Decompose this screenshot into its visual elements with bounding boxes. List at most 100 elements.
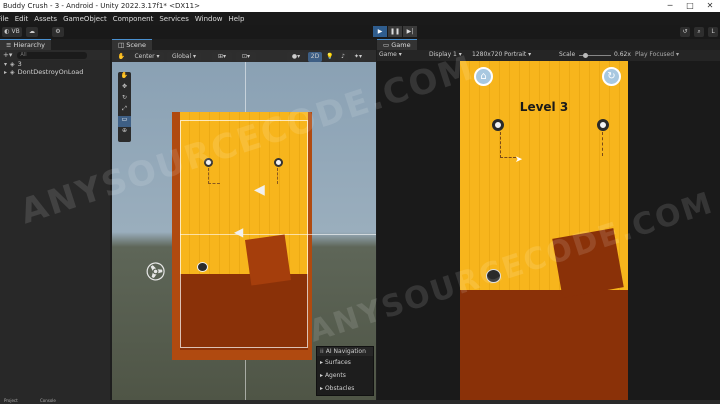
lighting-icon[interactable]: 💡 bbox=[325, 52, 335, 62]
account-icon: ◐ bbox=[4, 28, 10, 35]
game-tilted-block bbox=[552, 228, 624, 298]
view-tool-icon[interactable]: ✋ bbox=[118, 72, 131, 83]
ai-navigation-overlay: ⁞⁞ AI Navigation ▸ Surfaces ▸ Agents ▸ O… bbox=[316, 346, 374, 396]
restart-icon: ↻ bbox=[607, 71, 616, 82]
drag-handle-icon[interactable]: ⁞⁞ bbox=[320, 348, 324, 355]
overlay-item-agents[interactable]: ▸ Agents bbox=[317, 369, 373, 382]
game-pin-right bbox=[597, 119, 609, 131]
rotate-tool-icon[interactable]: ↻ bbox=[118, 94, 131, 105]
view-select-dropdown[interactable]: Game ▾ bbox=[379, 51, 402, 58]
tab-scene[interactable]: ◫ Scene bbox=[112, 39, 153, 50]
window-title: Buddy Crush - 3 - Android - Unity 2022.3… bbox=[3, 2, 200, 10]
game-ground bbox=[460, 290, 628, 400]
mouse-cursor-icon: ➤ bbox=[515, 155, 523, 165]
window-title-bar: Buddy Crush - 3 - Android - Unity 2022.3… bbox=[0, 0, 720, 12]
menu-services[interactable]: Services bbox=[159, 15, 189, 23]
level-title: Level 3 bbox=[519, 100, 569, 114]
resolution-dropdown[interactable]: 1280x720 Portrait ▾ bbox=[472, 51, 531, 58]
maximize-icon[interactable]: □ bbox=[680, 0, 700, 12]
move-tool-icon[interactable]: ✥ bbox=[118, 83, 131, 94]
overlay-item-surfaces[interactable]: ▸ Surfaces bbox=[317, 356, 373, 369]
game-chain-left bbox=[500, 132, 516, 158]
game-viewport[interactable]: ⌂ ↻ Level 3 ➤ bbox=[460, 61, 628, 400]
tab-project[interactable]: Project bbox=[4, 398, 18, 403]
game-toolbar: Game ▾ Display 1 ▾ 1280x720 Portrait ▾ S… bbox=[377, 50, 720, 61]
game-panel: ▭ Game Game ▾ Display 1 ▾ 1280x720 Portr… bbox=[377, 39, 720, 400]
play-focused-dropdown[interactable]: Play Focused ▾ bbox=[635, 51, 679, 58]
main-toolbar: ◐ VB ☁ ⚙ ▶ ❚❚ ▶| ↺ ⌕ L bbox=[0, 25, 720, 39]
shading-icon[interactable]: ●▾ bbox=[287, 52, 305, 62]
arrow-right-icon: ▸ bbox=[320, 359, 324, 366]
close-icon[interactable]: ✕ bbox=[700, 0, 720, 12]
tab-hierarchy[interactable]: ≡ Hierarchy bbox=[0, 39, 51, 50]
menu-edit[interactable]: Edit bbox=[15, 15, 29, 23]
unity-scene-icon: ◈ bbox=[10, 60, 15, 68]
overlay-title: ⁞⁞ AI Navigation bbox=[317, 347, 373, 356]
account-button[interactable]: ◐ VB bbox=[2, 27, 22, 37]
scale-tool-icon[interactable]: ⤢ bbox=[118, 105, 131, 116]
rect-tool-icon[interactable]: ▭ bbox=[118, 116, 131, 127]
history-icon[interactable]: ↺ bbox=[680, 27, 690, 37]
add-icon[interactable]: +▾ bbox=[3, 51, 12, 59]
hierarchy-search-input[interactable]: All bbox=[17, 51, 88, 59]
chain-right bbox=[272, 168, 278, 184]
expand-icon[interactable]: ▸ bbox=[4, 69, 7, 76]
tab-game[interactable]: ▭ Game bbox=[377, 39, 417, 50]
buddy-character bbox=[197, 262, 208, 272]
scene-panel: ◫ Scene ✋ Center ▾ Global ▾ ⊞▾ ⊡▾ ●▾ 2D … bbox=[112, 39, 376, 400]
play-controls: ▶ ❚❚ ▶| bbox=[373, 26, 418, 37]
menu-help[interactable]: Help bbox=[228, 15, 244, 23]
display-dropdown[interactable]: Display 1 ▾ bbox=[429, 51, 462, 58]
scene-viewport[interactable]: ✋ ✥ ↻ ⤢ ▭ ⊕ ◀ ◀ ✇ ⁞⁞ AI Navigation ▸ Sur… bbox=[112, 62, 376, 400]
pivot-dropdown[interactable]: Center ▾ bbox=[130, 52, 164, 62]
home-icon: ⌂ bbox=[480, 71, 487, 82]
grid-icon[interactable]: ⊞▾ bbox=[212, 52, 232, 62]
play-icon[interactable]: ▶ bbox=[373, 26, 387, 37]
minimize-icon[interactable]: ─ bbox=[660, 0, 680, 12]
game-pin-left bbox=[492, 119, 504, 131]
layers-icon[interactable]: L bbox=[708, 27, 718, 37]
cloud-icon[interactable]: ☁ bbox=[26, 27, 38, 37]
scale-value: 0.62x bbox=[614, 51, 631, 58]
restart-button[interactable]: ↻ bbox=[602, 67, 621, 86]
mode-2d-toggle[interactable]: 2D bbox=[308, 52, 322, 62]
pin-left bbox=[204, 158, 213, 167]
overlay-item-obstacles[interactable]: ▸ Obstacles bbox=[317, 382, 373, 395]
home-button[interactable]: ⌂ bbox=[474, 67, 493, 86]
menu-gameobject[interactable]: GameObject bbox=[63, 15, 107, 23]
tab-console[interactable]: Console bbox=[40, 398, 56, 403]
collab-icon[interactable]: ⚙ bbox=[52, 27, 64, 37]
scene-toolbar: ✋ Center ▾ Global ▾ ⊞▾ ⊡▾ ●▾ 2D 💡 ♪ ✦▾ bbox=[112, 50, 376, 62]
arrow-right-icon: ▸ bbox=[320, 372, 324, 379]
menu-window[interactable]: Window bbox=[195, 15, 223, 23]
search-icon[interactable]: ⌕ bbox=[694, 27, 704, 37]
hierarchy-panel: ≡ Hierarchy +▾ All ▾ ◈ 3 ▸ ◈ DontDestroy… bbox=[0, 39, 110, 404]
bottom-tabbar: Project Console bbox=[0, 398, 720, 404]
transform-tool-icon[interactable]: ⊕ bbox=[118, 127, 131, 138]
game-chain-right bbox=[593, 132, 603, 156]
speaker-gizmo-icon: ◀ bbox=[254, 182, 265, 198]
tree-item-scene[interactable]: ▾ ◈ 3 bbox=[0, 60, 110, 68]
tree-item-dontdestroyonload[interactable]: ▸ ◈ DontDestroyOnLoad bbox=[0, 68, 110, 76]
audio-icon[interactable]: ♪ bbox=[338, 52, 348, 62]
scale-label: Scale bbox=[559, 51, 576, 58]
expand-icon[interactable]: ▾ bbox=[4, 61, 7, 68]
hierarchy-toolbar: +▾ All bbox=[0, 50, 110, 60]
space-dropdown[interactable]: Global ▾ bbox=[167, 52, 201, 62]
step-icon[interactable]: ▶| bbox=[403, 26, 417, 37]
effects-icon[interactable]: ✦▾ bbox=[351, 52, 365, 62]
menu-assets[interactable]: Assets bbox=[34, 15, 57, 23]
hand-tool-icon[interactable]: ✋ bbox=[116, 52, 127, 62]
pin-right bbox=[274, 158, 283, 167]
snap-icon[interactable]: ⊡▾ bbox=[236, 52, 256, 62]
arrow-right-icon: ▸ bbox=[320, 385, 324, 392]
scale-slider-handle[interactable] bbox=[583, 53, 588, 58]
menu-component[interactable]: Component bbox=[113, 15, 154, 23]
menu-file[interactable]: File bbox=[0, 15, 9, 23]
tool-palette: ✋ ✥ ↻ ⤢ ▭ ⊕ bbox=[118, 72, 131, 142]
game-tabbar: ▭ Game bbox=[377, 39, 720, 50]
chain-left bbox=[208, 168, 220, 184]
pause-icon[interactable]: ❚❚ bbox=[388, 26, 402, 37]
tilted-block bbox=[244, 234, 292, 286]
menu-bar: File Edit Assets GameObject Component Se… bbox=[0, 12, 720, 25]
